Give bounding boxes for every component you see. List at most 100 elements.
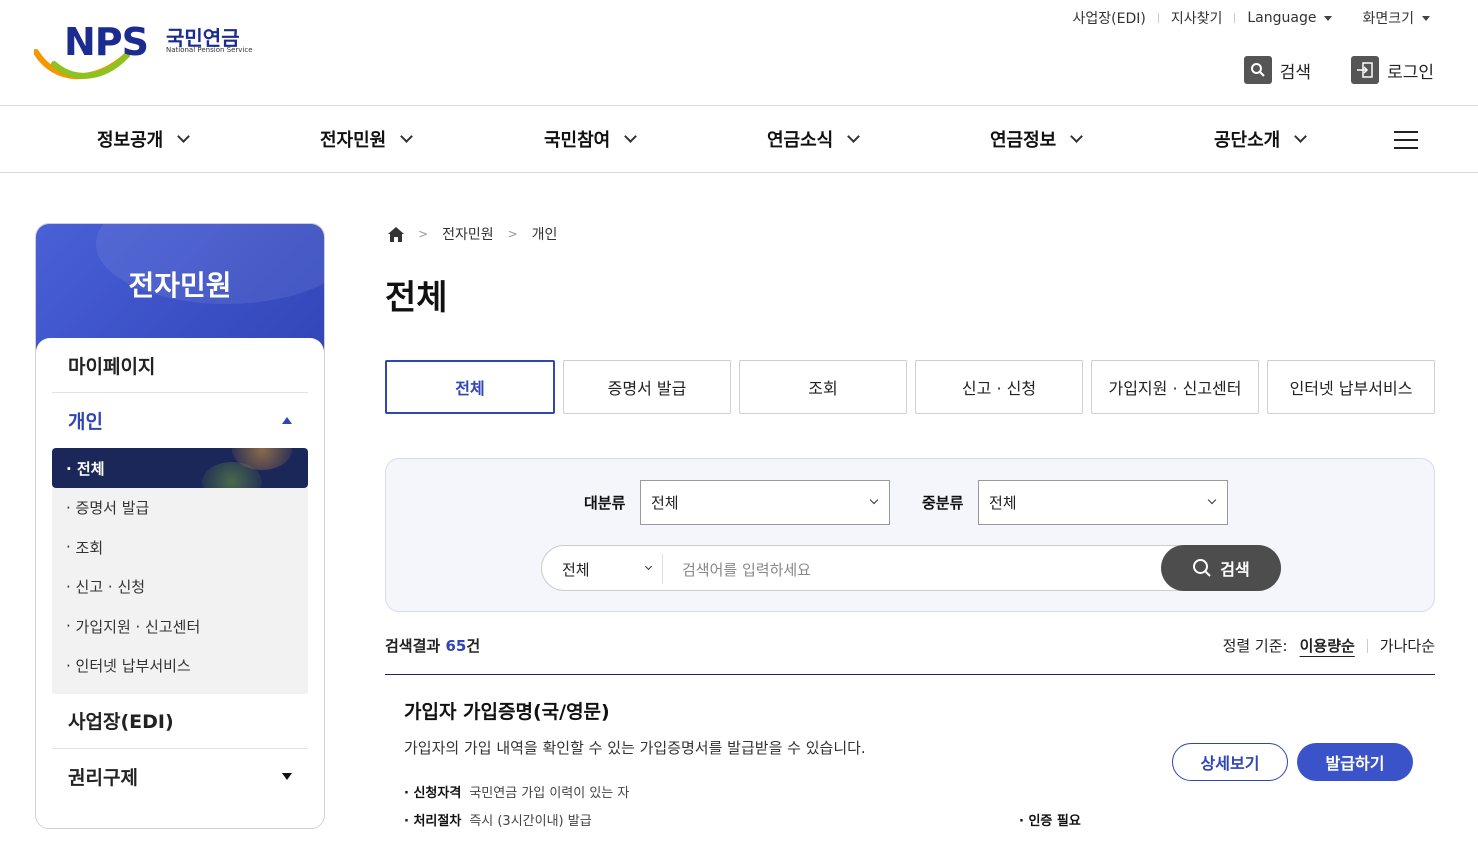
sidebar-sub-label: · 전체 bbox=[66, 459, 105, 478]
tab-internet-payment[interactable]: 인터넷 납부서비스 bbox=[1267, 360, 1435, 414]
gnb-label: 공단소개 bbox=[1214, 130, 1281, 151]
sidebar-sub-certificate[interactable]: · 증명서 발급 bbox=[52, 488, 308, 528]
tab-certificate[interactable]: 증명서 발급 bbox=[563, 360, 731, 414]
search-button-label: 검색 bbox=[1220, 560, 1250, 579]
meta-label: 신청자격 bbox=[413, 786, 462, 801]
breadcrumb-personal[interactable]: 개인 bbox=[532, 224, 558, 244]
search-submit-button[interactable]: 검색 bbox=[1161, 545, 1281, 591]
sidebar-sub-label: 신고 · 신청 bbox=[75, 578, 146, 597]
sidebar-sub-inquiry[interactable]: · 조회 bbox=[52, 528, 308, 568]
logo-nps-text: NPS bbox=[64, 20, 149, 64]
sidebar-title: 전자민원 bbox=[128, 269, 232, 302]
sidebar-sub-support-center[interactable]: · 가입지원 · 신고센터 bbox=[52, 607, 308, 647]
chevron-down-icon bbox=[869, 495, 879, 505]
gnb-pension-news[interactable]: 연금소식 bbox=[767, 126, 861, 152]
page-title: 전체 bbox=[385, 278, 448, 318]
process-meta: · 처리절차 즉시 (3시간이내) 발급 bbox=[404, 810, 592, 829]
result-item-title[interactable]: 가입자 가입증명(국/영문) bbox=[404, 697, 610, 724]
gnb-label: 전자민원 bbox=[320, 130, 387, 151]
sidebar-item-label: 마이페이지 bbox=[68, 355, 156, 378]
sidebar-sub-all[interactable]: · 전체 bbox=[52, 448, 308, 488]
eligibility-meta: · 신청자격 국민연금 가입 이력이 있는 자 bbox=[404, 782, 629, 801]
divider bbox=[662, 554, 663, 584]
meta-value: 즉시 (3시간이내) 발급 bbox=[469, 814, 592, 829]
search-panel: 대분류 전체 중분류 전체 전체 검색어를 입력하세요 검색 bbox=[385, 458, 1435, 612]
utility-links: 사업장(EDI) 지사찾기 Language 화면크기 bbox=[1073, 8, 1430, 28]
sort-by-usage[interactable]: 이용량순 bbox=[1300, 635, 1355, 656]
breadcrumb: > 전자민원 > 개인 bbox=[388, 224, 557, 244]
gnb-about[interactable]: 공단소개 bbox=[1214, 126, 1308, 152]
select-value: 전체 bbox=[651, 494, 679, 512]
sidebar-item-label: 권리구제 bbox=[68, 766, 138, 789]
sidebar-sub-report[interactable]: · 신고 · 신청 bbox=[52, 567, 308, 607]
gnb-pension-info[interactable]: 연금정보 bbox=[990, 126, 1084, 152]
result-count: 검색결과 65건 bbox=[385, 637, 481, 655]
home-icon[interactable] bbox=[388, 226, 404, 242]
util-screen-size-dropdown[interactable]: 화면크기 bbox=[1362, 8, 1430, 28]
breadcrumb-e-civil[interactable]: 전자민원 bbox=[442, 224, 494, 244]
util-language-dropdown[interactable]: Language bbox=[1247, 10, 1333, 26]
minor-category-label: 중분류 bbox=[922, 494, 964, 512]
divider bbox=[1344, 13, 1350, 23]
detail-button[interactable]: 상세보기 bbox=[1172, 743, 1288, 781]
search-input[interactable]: 검색어를 입력하세요 bbox=[682, 559, 811, 580]
tab-report[interactable]: 신고 · 신청 bbox=[915, 360, 1083, 414]
screen-size-label: 화면크기 bbox=[1362, 11, 1414, 27]
triangle-down-icon bbox=[282, 772, 292, 780]
tab-inquiry[interactable]: 조회 bbox=[739, 360, 907, 414]
sidebar-sub-internet-payment[interactable]: · 인터넷 납부서비스 bbox=[52, 646, 308, 686]
util-branch-link[interactable]: 지사찾기 bbox=[1171, 8, 1223, 28]
sidebar: 전자민원 마이페이지 개인 · 전체 · 증명서 발급 · 조회 · 신고 · … bbox=[35, 223, 325, 829]
sidebar-menu: 마이페이지 개인 · 전체 · 증명서 발급 · 조회 · 신고 · 신청 · … bbox=[36, 338, 324, 828]
language-label: Language bbox=[1247, 10, 1317, 26]
tab-all[interactable]: 전체 bbox=[385, 360, 555, 414]
chevron-down-icon bbox=[177, 130, 191, 143]
gnb-e-civil[interactable]: 전자민원 bbox=[320, 126, 414, 152]
triangle-up-icon bbox=[282, 417, 292, 424]
search-button[interactable]: 검색 bbox=[1243, 56, 1312, 84]
login-icon bbox=[1351, 56, 1380, 84]
divider bbox=[1157, 13, 1159, 23]
util-edi-link[interactable]: 사업장(EDI) bbox=[1073, 8, 1146, 28]
results-header: 검색결과 65건 정렬 기준: 이용량순 가나다순 bbox=[385, 632, 1435, 675]
chevron-down-icon bbox=[1294, 130, 1308, 143]
tab-support-center[interactable]: 가입지원 · 신고센터 bbox=[1091, 360, 1259, 414]
gnb-info-disclosure[interactable]: 정보공개 bbox=[97, 126, 191, 152]
gnb-label: 연금소식 bbox=[767, 130, 834, 151]
gnb-participation[interactable]: 국민참여 bbox=[544, 126, 638, 152]
result-item-description: 가입자의 가입 내역을 확인할 수 있는 가입증명서를 발급받을 수 있습니다. bbox=[404, 739, 866, 757]
sidebar-sub-label: 증명서 발급 bbox=[75, 499, 150, 518]
issue-button[interactable]: 발급하기 bbox=[1297, 743, 1413, 781]
sidebar-sub-label: 조회 bbox=[75, 538, 104, 557]
sidebar-item-rights[interactable]: 권리구제 bbox=[52, 749, 308, 804]
sidebar-sub-label: 가입지원 · 신고센터 bbox=[75, 617, 201, 636]
search-scope-select[interactable]: 전체 bbox=[562, 559, 590, 580]
sort-label: 정렬 기준: bbox=[1222, 637, 1288, 655]
chevron-right-icon: > bbox=[507, 227, 518, 241]
gnb-label: 정보공개 bbox=[97, 130, 164, 151]
chevron-down-icon bbox=[1070, 130, 1084, 143]
sidebar-item-edi[interactable]: 사업장(EDI) bbox=[52, 694, 308, 749]
sort-by-alphabet[interactable]: 가나다순 bbox=[1380, 635, 1435, 656]
search-label: 검색 bbox=[1279, 62, 1312, 83]
meta-label: 처리절차 bbox=[413, 814, 462, 829]
caret-down-icon bbox=[1422, 15, 1430, 21]
sidebar-item-label: 개인 bbox=[68, 411, 103, 433]
chevron-down-icon bbox=[400, 130, 414, 143]
sidebar-item-personal[interactable]: 개인 bbox=[52, 393, 308, 448]
main-navigation: 정보공개 전자민원 국민참여 연금소식 연금정보 공단소개 bbox=[0, 106, 1478, 173]
sidebar-item-label: 사업장(EDI) bbox=[68, 711, 174, 733]
sidebar-item-mypage[interactable]: 마이페이지 bbox=[52, 338, 308, 393]
minor-category-select[interactable]: 전체 bbox=[978, 480, 1228, 525]
major-category-select[interactable]: 전체 bbox=[640, 480, 890, 525]
chevron-right-icon: > bbox=[418, 227, 429, 241]
login-button[interactable]: 로그인 bbox=[1351, 56, 1434, 84]
site-header: NPS 국민연금 National Pension Service 사업장(ED… bbox=[0, 0, 1478, 106]
major-category-label: 대분류 bbox=[584, 494, 626, 512]
category-tabs: 전체 증명서 발급 조회 신고 · 신청 가입지원 · 신고센터 인터넷 납부서… bbox=[385, 360, 1435, 414]
nps-logo[interactable]: NPS 국민연금 National Pension Service bbox=[34, 20, 264, 84]
search-icon bbox=[1193, 559, 1211, 577]
login-label: 로그인 bbox=[1387, 62, 1434, 83]
chevron-down-icon bbox=[1207, 495, 1217, 505]
hamburger-menu-icon[interactable] bbox=[1394, 131, 1418, 149]
